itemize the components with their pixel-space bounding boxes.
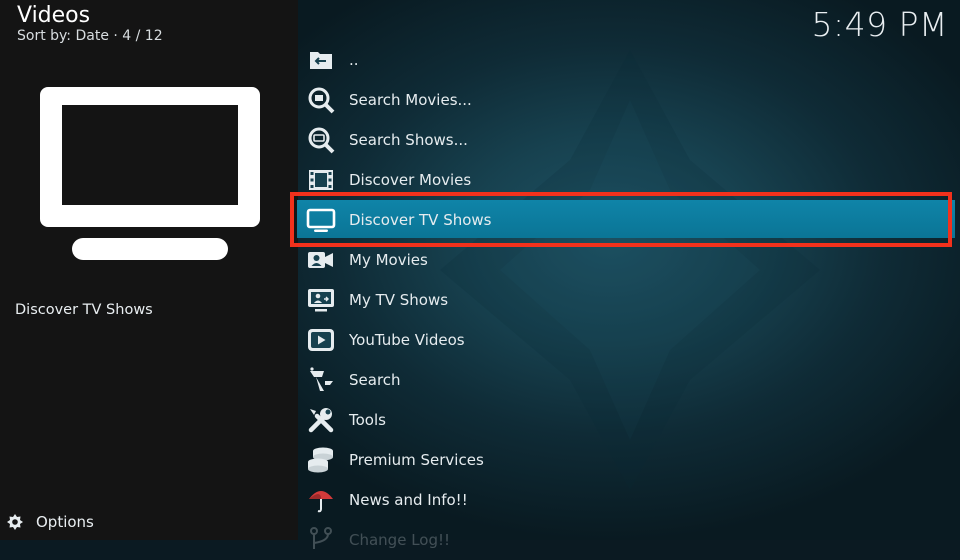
clock: 5:49 PM bbox=[811, 5, 948, 44]
list-item-label: Search Shows... bbox=[349, 131, 468, 149]
info-panel bbox=[0, 0, 298, 540]
list-item-label: Discover Movies bbox=[349, 171, 472, 189]
list-item-search-shows[interactable]: Search Shows... bbox=[298, 120, 960, 160]
list-item-my-tv-shows[interactable]: My TV Shows bbox=[298, 280, 960, 320]
list-item-discover-movies[interactable]: Discover Movies bbox=[298, 160, 960, 200]
list-item-search-movies[interactable]: Search Movies... bbox=[298, 80, 960, 120]
umbrella-icon bbox=[309, 491, 333, 513]
list-item-label: Premium Services bbox=[349, 451, 484, 469]
branch-icon bbox=[310, 527, 332, 549]
list-item-change-log[interactable]: Change Log!! bbox=[298, 520, 960, 560]
menu-list: .. Search Movies... Search Shows... Disc… bbox=[297, 40, 960, 549]
search-shows-icon bbox=[308, 127, 335, 154]
list-item-news-and-info[interactable]: News and Info!! bbox=[298, 480, 960, 520]
list-item-premium-services[interactable]: Premium Services bbox=[298, 440, 960, 480]
camera-user-icon bbox=[308, 252, 333, 268]
search-movies-icon bbox=[308, 87, 335, 114]
coins-icon bbox=[308, 447, 333, 473]
list-item-my-movies[interactable]: My Movies bbox=[298, 240, 960, 280]
back-folder-icon bbox=[310, 52, 332, 69]
options-gear-icon bbox=[7, 514, 23, 530]
sort-info[interactable]: Sort by: Date · 4 / 12 bbox=[17, 28, 163, 44]
list-item-parent[interactable]: .. bbox=[298, 40, 960, 80]
list-item-label: Tools bbox=[349, 411, 386, 429]
film-strip-icon bbox=[309, 170, 333, 190]
list-item-search[interactable]: Search bbox=[298, 360, 960, 400]
antenna-icon bbox=[310, 367, 333, 391]
window-title: Videos bbox=[17, 3, 91, 28]
selected-item-label: Discover TV Shows bbox=[15, 302, 153, 318]
list-item-label: Change Log!! bbox=[349, 531, 451, 549]
options-label: Options bbox=[36, 513, 94, 531]
options-button[interactable]: Options bbox=[6, 511, 94, 533]
list-item-label: YouTube Videos bbox=[349, 331, 465, 349]
list-item-label: My Movies bbox=[349, 251, 428, 269]
youtube-icon bbox=[308, 329, 334, 351]
list-item-label: Search Movies... bbox=[349, 91, 472, 109]
list-item-label: Search bbox=[349, 371, 401, 389]
list-item-label: Discover TV Shows bbox=[349, 211, 492, 229]
list-item-label: News and Info!! bbox=[349, 491, 468, 509]
tv-user-icon bbox=[308, 289, 334, 312]
tv-icon bbox=[40, 87, 260, 260]
list-item-tools[interactable]: Tools bbox=[298, 400, 960, 440]
list-item-youtube-videos[interactable]: YouTube Videos bbox=[298, 320, 960, 360]
tv-icon bbox=[306, 208, 336, 232]
tools-icon bbox=[308, 408, 334, 433]
list-item-label: .. bbox=[349, 51, 359, 69]
list-item-label: My TV Shows bbox=[349, 291, 449, 309]
list-item-discover-tv-shows[interactable]: Discover TV Shows bbox=[297, 200, 960, 240]
